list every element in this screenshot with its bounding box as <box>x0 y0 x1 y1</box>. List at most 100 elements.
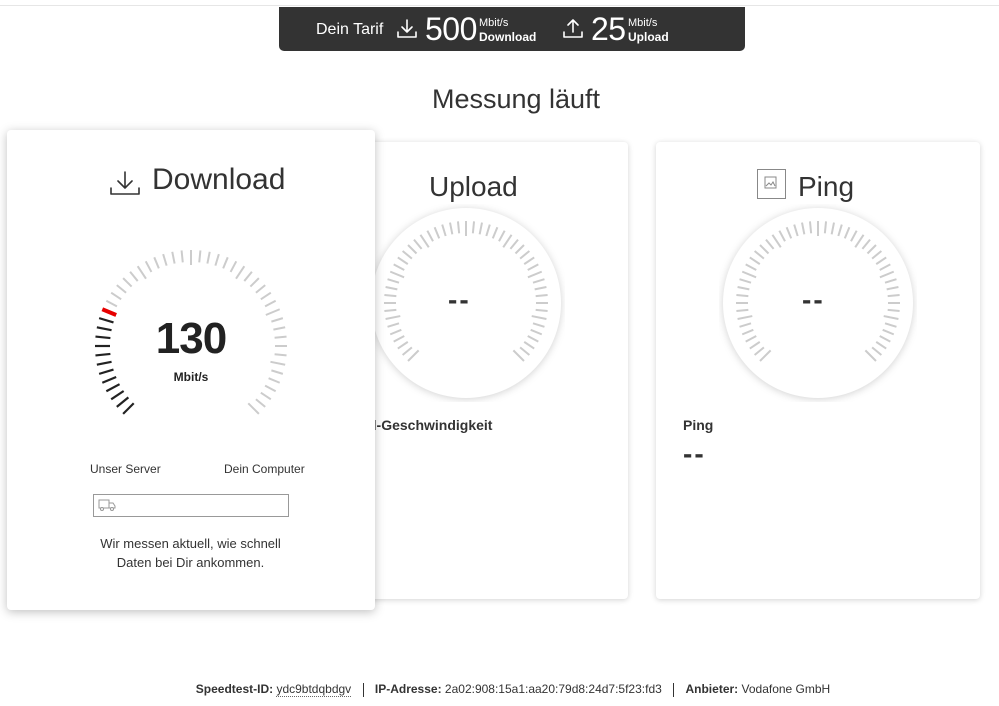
speedtest-id-value[interactable]: ydc9btdqbdgv <box>276 682 352 697</box>
gauge-tick <box>129 271 139 282</box>
gauge-tick <box>105 383 121 393</box>
tariff-upload-unit: Mbit/s <box>628 17 658 29</box>
gauge-tick <box>243 271 253 282</box>
gauge-tick <box>153 256 160 269</box>
footer-info: Speedtest-ID: ydc9btdqbdgv IP-Adresse: 2… <box>0 682 999 697</box>
gauge-tick <box>116 284 127 294</box>
gauge-tick <box>456 221 461 234</box>
ping-result: -- <box>683 438 706 469</box>
gauge-tick <box>96 360 112 366</box>
gauge-tick <box>136 265 147 280</box>
download-value: 130 <box>155 314 227 363</box>
ping-card: Ping -- Ping -- <box>656 142 980 599</box>
gauge-tick <box>271 317 284 323</box>
gauge-tick <box>144 260 153 273</box>
note-line-1: Wir messen aktuell, wie schnell <box>100 536 281 551</box>
provider-value: Vodafone GmbH <box>741 682 831 696</box>
gauge-tick <box>271 369 284 375</box>
gauge-tick <box>823 221 828 234</box>
gauge-tick <box>736 308 749 313</box>
tariff-upload-kind: Upload <box>628 30 669 44</box>
gauge-tick <box>268 377 281 384</box>
gauge-tick <box>808 221 813 234</box>
tariff-download-value: 500 <box>425 11 477 47</box>
gauge-tick <box>887 308 900 313</box>
gauge-tick <box>535 293 548 298</box>
gauge-tick <box>384 308 397 313</box>
footer-separator <box>673 682 675 697</box>
gauge-tick <box>255 284 266 294</box>
gauge-tick <box>249 277 260 288</box>
tariff-banner: Dein Tarif 500 Mbit/s Download 25 Mbit/s… <box>279 7 745 51</box>
gauge-tick <box>198 250 202 263</box>
upload-arrow-icon <box>561 17 585 41</box>
gauge-tick <box>222 256 229 269</box>
gauge-tick <box>122 402 135 415</box>
gauge-tick <box>264 299 277 308</box>
computer-label: Dein Computer <box>224 462 305 476</box>
server-label: Unser Server <box>90 462 161 476</box>
download-title: Download <box>152 163 286 196</box>
gauge-tick <box>229 260 238 273</box>
gauge-tick <box>122 277 133 288</box>
gauge-tick <box>214 253 220 266</box>
gauge-tick <box>162 253 168 266</box>
ip-value: 2a02:908:15a1:aa20:79d8:24d7:5f23:fd3 <box>444 682 662 696</box>
gauge-tick <box>274 353 287 357</box>
measurement-note: Wir messen aktuell, wie schnell Daten be… <box>7 534 374 572</box>
tariff-upload-value: 25 <box>591 11 626 47</box>
ping-value: -- <box>802 284 825 315</box>
gauge-tick <box>105 299 118 308</box>
upload-card: Upload -- d-Geschwindigkeit <box>340 142 628 599</box>
provider-key: Anbieter: <box>685 682 739 696</box>
gauge-tick <box>98 368 114 375</box>
gauge-tick <box>98 317 114 324</box>
gauge-tick <box>96 326 112 332</box>
gauge-tick <box>255 398 266 408</box>
gauge-tick <box>265 308 281 316</box>
gauge-tick <box>384 293 397 298</box>
gauge-tick <box>887 293 900 298</box>
gauge-tick <box>260 291 272 301</box>
gauge-tick <box>110 291 122 301</box>
transfer-truck-icon <box>98 498 116 517</box>
upload-value: -- <box>448 284 471 315</box>
status-heading: Messung läuft <box>431 84 601 114</box>
download-icon <box>108 168 142 198</box>
gauge-tick <box>274 335 287 339</box>
gauge-tick <box>471 221 476 234</box>
ping-title: Ping <box>798 171 855 202</box>
top-divider <box>0 5 999 6</box>
gauge-tick <box>101 307 117 317</box>
gauge-tick <box>95 335 111 340</box>
gauge-tick <box>273 326 286 331</box>
ip-key: IP-Adresse: <box>374 682 442 696</box>
transfer-progress-bar <box>93 494 289 517</box>
tariff-download-unit: Mbit/s <box>479 17 509 29</box>
gauge-tick <box>264 384 277 393</box>
gauge-tick <box>101 375 117 384</box>
gauge-tick <box>116 396 130 408</box>
broken-image-icon <box>757 169 786 199</box>
gauge-tick <box>247 402 260 415</box>
upload-speed-label: d-Geschwindigkeit <box>368 417 493 433</box>
download-card: Download 130 Mbit/s Unser Server Dein Co… <box>7 130 375 610</box>
upload-title: Upload <box>429 171 518 202</box>
gauge-tick <box>270 360 286 366</box>
gauge-tick <box>736 293 749 298</box>
gauge-tick <box>535 308 548 313</box>
download-arrow-icon <box>395 17 419 41</box>
gauge-tick <box>235 265 246 280</box>
gauge-tick <box>260 391 272 401</box>
ping-label: Ping <box>683 417 714 433</box>
gauge-tick <box>180 250 184 263</box>
footer-separator <box>362 682 364 697</box>
speedtest-id-key: Speedtest-ID: <box>195 682 274 696</box>
download-unit: Mbit/s <box>173 370 209 384</box>
gauge-tick <box>110 390 125 401</box>
gauge-tick <box>95 352 111 357</box>
tariff-download-kind: Download <box>479 30 537 44</box>
note-line-2: Daten bei Dir ankommen. <box>116 555 265 570</box>
tariff-label: Dein Tarif <box>316 21 384 38</box>
gauge-tick <box>206 251 211 264</box>
